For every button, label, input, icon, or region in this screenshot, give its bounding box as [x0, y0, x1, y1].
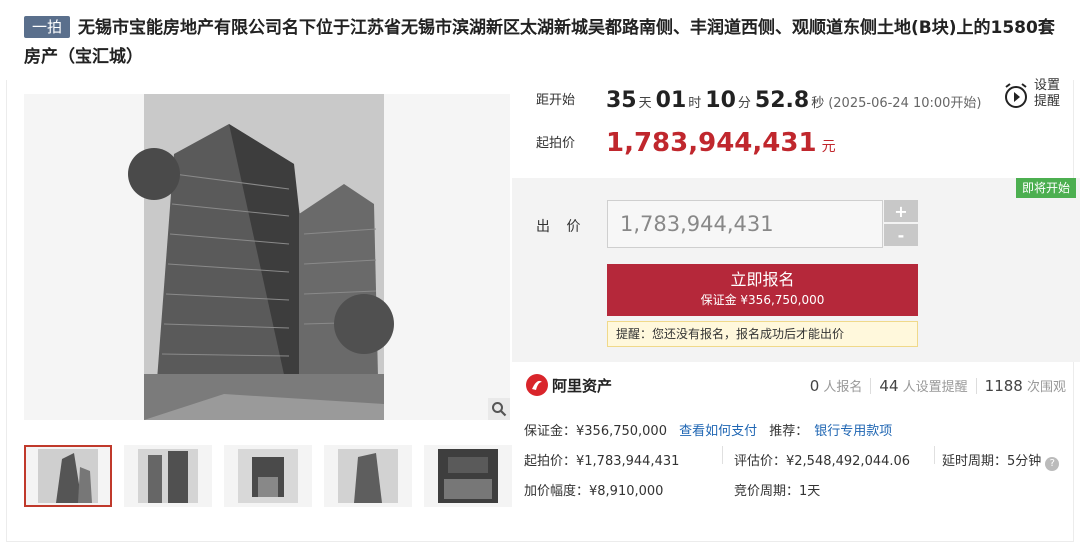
ali-assets-logo-icon	[526, 374, 548, 396]
detail-increment: 加价幅度：¥8,910,000	[524, 484, 664, 499]
auction-stats: 0 人报名 44 人设置提醒 1188 次围观	[810, 376, 1066, 395]
thumbnail-2[interactable]	[124, 445, 212, 507]
divider	[722, 446, 723, 464]
thumbnail-4[interactable]	[324, 445, 412, 507]
deposit-row: 保证金：¥356,750,000 查看如何支付 推荐： 银行专用款项	[524, 420, 892, 439]
magnifier-icon[interactable]	[488, 398, 510, 420]
thumbnail-5[interactable]	[424, 445, 512, 507]
start-time-note: (2025-06-24 10:00开始)	[828, 96, 982, 111]
countdown-seconds: 52.8	[754, 88, 810, 113]
hours-unit: 时	[688, 96, 702, 111]
thumbnail-strip	[24, 445, 512, 507]
seconds-unit: 秒	[811, 96, 825, 111]
start-price-unit: 元	[821, 139, 836, 155]
views-count: 1188	[984, 377, 1023, 395]
countdown-hours: 01	[655, 88, 687, 113]
countdown-days: 35	[606, 88, 637, 113]
seller-name[interactable]: 阿里资产	[552, 375, 612, 396]
delay-text: 延时周期：5分钟	[942, 454, 1042, 469]
divider	[934, 446, 935, 464]
countdown-label: 距开始	[536, 93, 576, 108]
seller-bar: 阿里资产 0 人报名 44 人设置提醒 1188 次围观	[526, 372, 1076, 402]
signup-notice: 提醒：您还没有报名，报名成功后才能出价	[607, 321, 918, 347]
thumbnail-3[interactable]	[224, 445, 312, 507]
reminder-text: 设置 提醒	[1034, 78, 1060, 110]
detail-bid-cycle: 竞价周期：1天	[734, 484, 821, 499]
increase-bid-button[interactable]: +	[884, 200, 918, 222]
countdown: 距开始 35 天 01 时 10 分 52.8 秒 (2025-06-24 10:00开始)	[536, 88, 1016, 118]
bid-amount-input[interactable]	[607, 200, 883, 248]
signups-count: 0	[809, 377, 820, 395]
how-to-pay-link[interactable]: 查看如何支付	[679, 424, 757, 439]
bid-panel: 即将开始 出 价 + - 立即报名 保证金 ¥356,750,000 提醒：您还…	[512, 178, 1080, 362]
signup-label: 立即报名	[730, 270, 795, 289]
main-photo[interactable]	[24, 94, 510, 420]
detail-appraisal: 评估价：¥2,548,492,044.06	[734, 454, 911, 469]
alarm-clock-icon	[1005, 83, 1027, 108]
page-title: 一拍 无锡市宝能房地产有限公司名下位于江苏省无锡市滨湖新区太湖新城吴都路南侧、丰润…	[24, 14, 1070, 72]
signups-label: 人报名	[823, 380, 863, 395]
reminders-label: 人设置提醒	[902, 380, 968, 395]
divider	[975, 378, 977, 394]
start-price-label: 起拍价	[536, 136, 576, 151]
reminders-count: 44	[879, 377, 899, 395]
reminder-line1: 设置	[1034, 78, 1061, 93]
set-reminder-button[interactable]: 设置 提醒	[1002, 78, 1072, 118]
help-icon[interactable]: ?	[1045, 457, 1060, 471]
round-tag: 一拍	[24, 16, 71, 38]
detail-start-price: 起拍价：¥1,783,944,431	[524, 454, 680, 469]
start-price-value: 1,783,944,431	[606, 128, 817, 158]
bid-label: 出 价	[536, 219, 587, 235]
countdown-minutes: 10	[705, 88, 736, 113]
title-text: 无锡市宝能房地产有限公司名下位于江苏省无锡市滨湖新区太湖新城吴都路南侧、丰润道西…	[24, 18, 1055, 67]
decrease-bid-button[interactable]: -	[884, 224, 918, 246]
thumbnail-1[interactable]	[24, 445, 112, 507]
divider	[870, 378, 872, 394]
bank-payment-link[interactable]: 银行专用款项	[814, 424, 892, 439]
reminder-line2: 提醒	[1034, 94, 1061, 109]
status-badge: 即将开始	[1015, 178, 1076, 198]
detail-delay: 延时周期：5分钟?	[942, 450, 1060, 471]
minutes-unit: 分	[737, 96, 751, 111]
views-label: 次围观	[1026, 380, 1066, 395]
start-price: 起拍价 1,783,944,431 元	[536, 128, 836, 158]
building-photo	[24, 94, 510, 420]
recommend-label: 推荐：	[769, 424, 809, 439]
deposit-info: 保证金：¥356,750,000	[524, 424, 667, 439]
days-unit: 天	[638, 96, 652, 111]
signup-deposit: 保证金 ¥356,750,000	[700, 293, 825, 307]
signup-button[interactable]: 立即报名 保证金 ¥356,750,000	[607, 264, 918, 316]
